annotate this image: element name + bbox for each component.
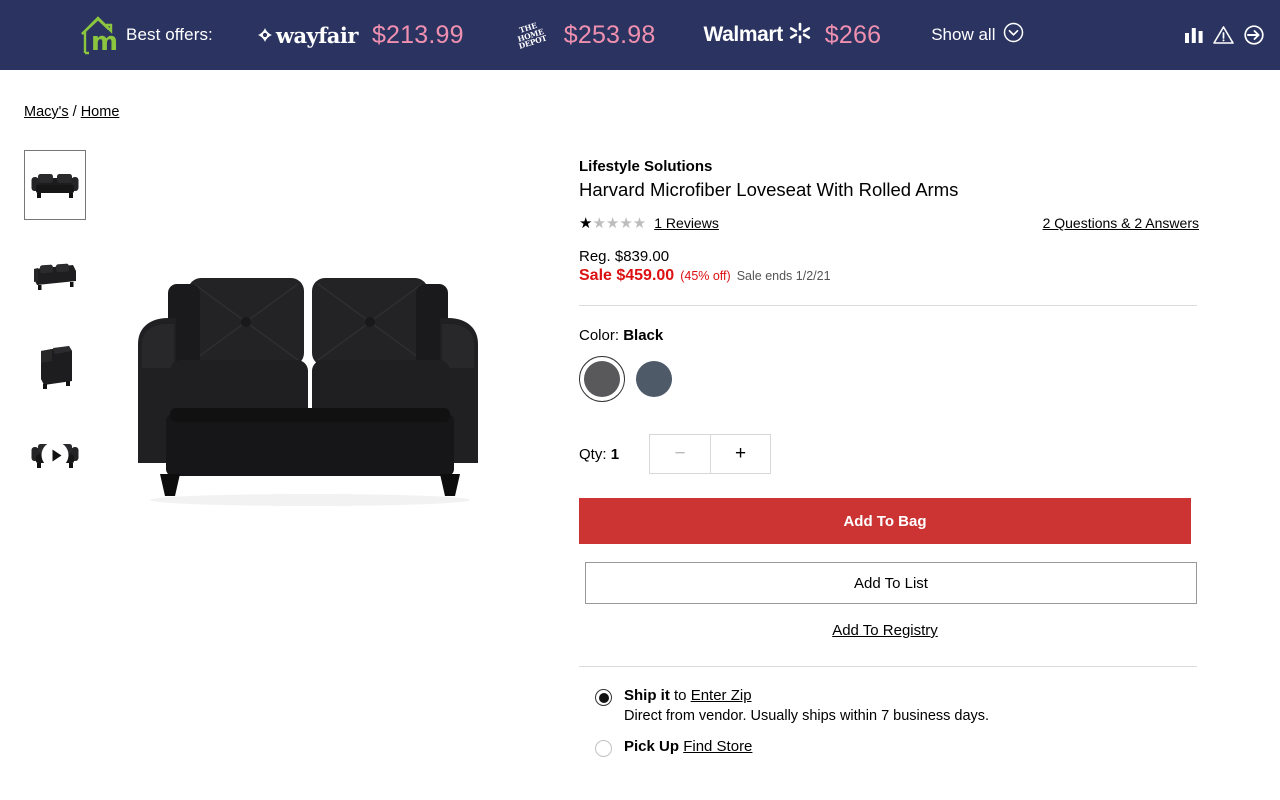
product-details: Lifestyle Solutions Harvard Microfiber L… [579,150,1199,757]
find-store-link[interactable]: Find Store [683,738,752,755]
add-to-registry-link[interactable]: Add To Registry [832,622,938,639]
wayfair-logo-icon: wayfair [257,23,358,48]
regular-price: Reg. $839.00 [579,248,670,265]
bar-chart-icon[interactable] [1183,24,1205,46]
divider-above-fulfillment [579,666,1197,667]
add-to-registry-row: Add To Registry [579,622,1191,639]
quantity-stepper: − + [649,434,772,474]
extension-icon-group [1183,23,1266,47]
ship-it-main-line: Ship it to Enter Zip [624,687,752,704]
fulfillment-option-ship-it[interactable]: Ship it to Enter Zip Direct from vendor.… [595,687,1199,724]
offer-price-wayfair: $213.99 [371,20,464,49]
offer-price-home-depot: $253.98 [563,20,656,49]
price-block: Reg. $839.00 Sale $459.00 (45% off) Sale… [579,248,1199,285]
color-label-prefix: Color: [579,327,620,344]
extension-toolbar: m Best offers: wayfair $213.99 THE HOME DE… [0,0,1280,70]
sale-end-date: Sale ends 1/2/21 [736,269,831,283]
color-label: Color: Black [579,327,1199,344]
thumbnail-loveseat-angled-view[interactable] [24,240,86,310]
offer-wayfair[interactable]: wayfair $213.99 [257,21,464,50]
reviews-link[interactable]: 1 Reviews [654,215,719,231]
warning-triangle-icon[interactable] [1212,24,1235,46]
fulfillment-option-pick-up[interactable]: Pick Up Find Store [595,738,1199,757]
breadcrumb-separator: / [72,104,77,120]
add-to-bag-button[interactable]: Add To Bag [579,498,1191,544]
thumbnail-loveseat-side-view[interactable] [24,330,86,400]
swatch-gray[interactable] [631,356,677,402]
show-all-label: Show all [931,25,996,44]
ship-it-radio[interactable] [595,689,612,706]
thumbnail-loveseat-video[interactable] [24,420,86,490]
breadcrumb-item-home[interactable]: Home [81,104,120,120]
home-depot-logo-icon: THE HOME DEPOT [511,16,550,54]
pick-up-title: Pick Up [624,738,680,755]
quantity-value: 1 [610,445,620,463]
rating-row: ★★★★★ 1 Reviews 2 Questions & 2 Answers [579,215,1199,231]
ship-it-title: Ship it [624,687,670,704]
walmart-wordmark: Walmart [703,23,784,46]
play-button-icon[interactable] [41,441,69,469]
house-m-logo-icon[interactable]: m [78,13,118,57]
chevron-down-circle-icon [1003,22,1024,48]
walmart-logo-icon [789,22,811,49]
quantity-increment-button[interactable]: + [710,434,772,474]
thumbnail-list [24,150,96,757]
sale-price-line: Sale $459.00 (45% off) Sale ends 1/2/21 [579,267,1199,285]
product-title: Harvard Microfiber Loveseat With Rolled … [579,179,959,200]
offer-price-walmart: $266 [824,20,882,49]
breadcrumb: Macy's / Home [24,70,1256,120]
wayfair-wordmark: wayfair [275,22,359,48]
product-gallery [24,150,534,757]
breadcrumb-item-macys[interactable]: Macy's [24,104,69,120]
pick-up-radio[interactable] [595,740,612,757]
quantity-decrement-button[interactable]: − [649,434,711,474]
color-selected-value: Black [623,327,664,344]
quantity-label: Qty: 1 [579,446,619,463]
percent-off-badge: (45% off) [680,269,731,283]
swatch-black[interactable] [579,356,625,402]
best-offers-label: Best offers: [126,25,213,44]
show-all-button[interactable]: Show all [931,22,1024,48]
divider-above-color [579,305,1197,306]
star-rating: ★★★★★ [579,214,647,232]
offers-list: wayfair $213.99 THE HOME DEPOT $253.98 Wal… [257,16,1183,54]
sale-price: Sale $459.00 [579,267,675,284]
fulfillment-options: Ship it to Enter Zip Direct from vendor.… [579,687,1199,757]
add-to-list-button[interactable]: Add To List [585,562,1197,604]
quantity-label-prefix: Qty: [579,445,607,463]
quantity-row: Qty: 1 − + [579,434,1199,474]
product-layout: Lifestyle Solutions Harvard Microfiber L… [24,150,1256,757]
offer-walmart[interactable]: Walmart $266 [704,21,882,50]
enter-zip-link[interactable]: Enter Zip [691,687,752,704]
sign-in-arrow-icon[interactable] [1242,23,1266,47]
color-swatch-list [579,356,1199,402]
offer-home-depot[interactable]: THE HOME DEPOT $253.98 [511,16,656,54]
thumbnail-loveseat-front-view[interactable] [24,150,86,220]
hero-product-image[interactable] [114,230,534,530]
questions-answers-link[interactable]: 2 Questions & 2 Answers [1043,215,1199,231]
ship-it-description: Direct from vendor. Usually ships within… [624,708,990,724]
svg-text:m: m [91,27,118,57]
pick-up-main-line: Pick Up Find Store [624,738,752,755]
product-brand: Lifestyle Solutions [579,158,713,175]
ship-it-connector: to [674,687,687,704]
page-content: Macy's / Home Lifestyle Solutions Harvar… [0,70,1280,757]
